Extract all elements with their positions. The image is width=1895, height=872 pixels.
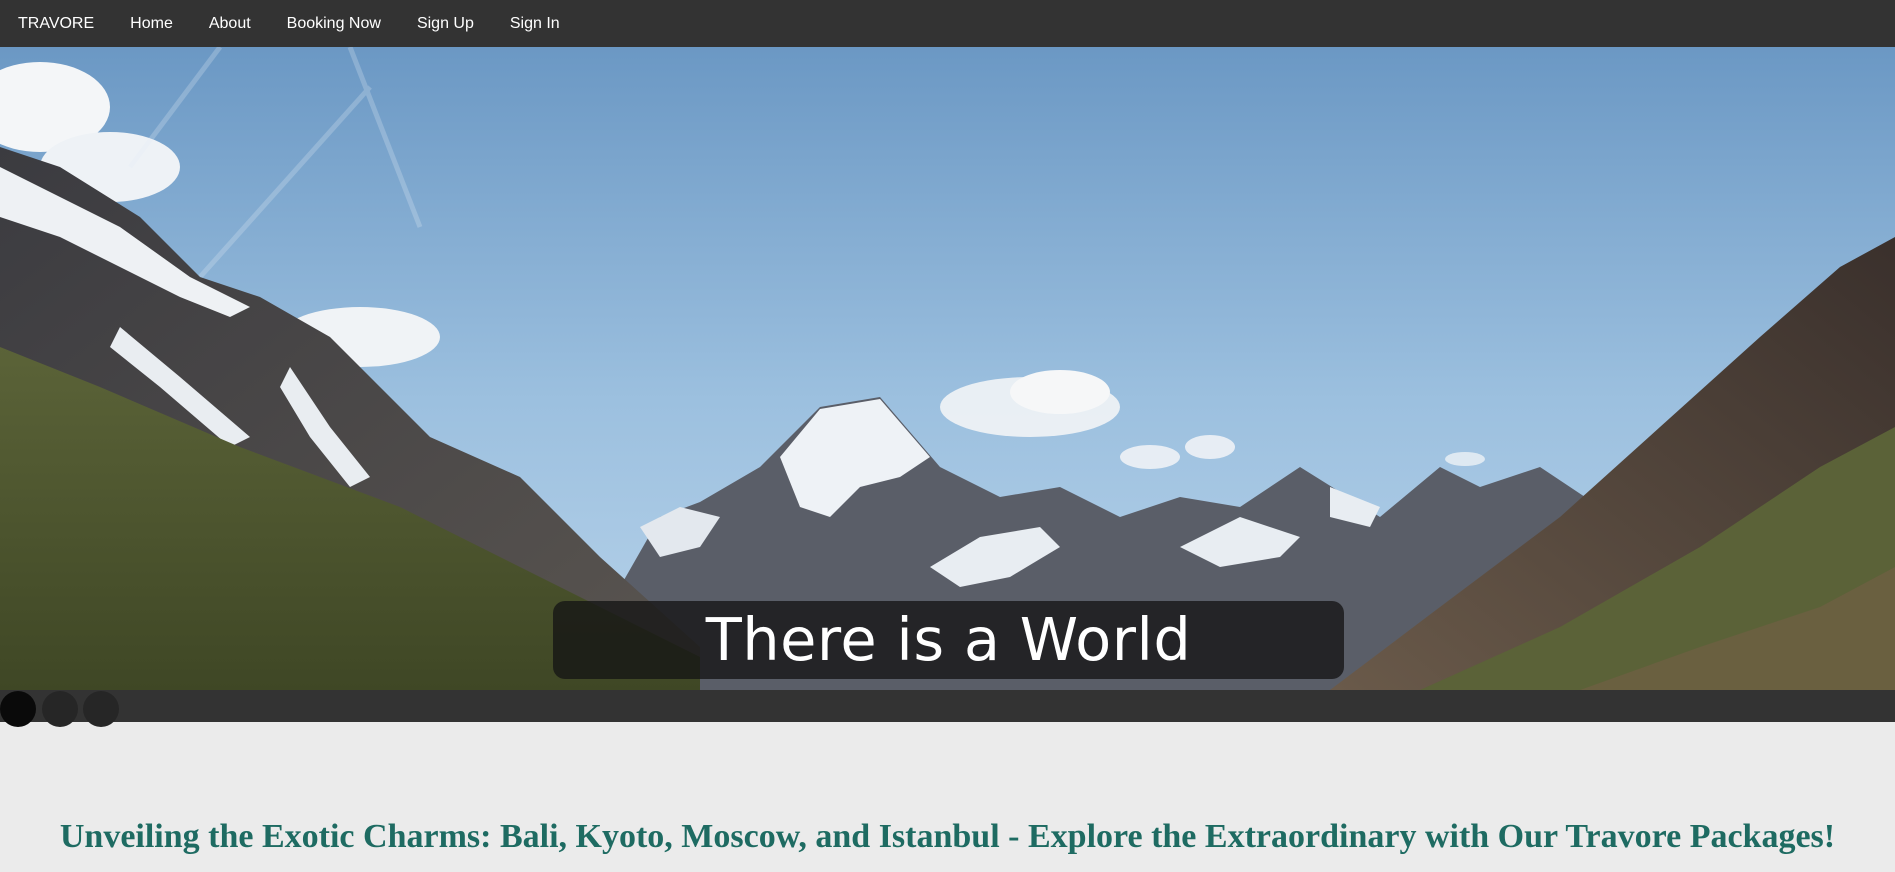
slide-dot-1[interactable] xyxy=(0,691,36,727)
nav-home-link[interactable]: Home xyxy=(112,0,191,47)
hero-caption: There is a World Elsewhere.. xyxy=(553,601,1344,690)
nav-signup-link[interactable]: Sign Up xyxy=(399,0,492,47)
top-navbar: TRAVORE Home About Booking Now Sign Up S… xyxy=(0,0,1895,47)
slide-dot-3[interactable] xyxy=(83,691,119,727)
slide-dot-2[interactable] xyxy=(42,691,78,727)
slide-indicator-bar xyxy=(0,690,1895,722)
brand-link[interactable]: TRAVORE xyxy=(0,0,112,47)
hero-mountain-image xyxy=(0,47,1895,690)
nav-booking-link[interactable]: Booking Now xyxy=(269,0,399,47)
hero-slideshow: There is a World Elsewhere.. xyxy=(0,47,1895,690)
nav-signin-link[interactable]: Sign In xyxy=(492,0,578,47)
nav-about-link[interactable]: About xyxy=(191,0,269,47)
packages-tagline: Unveiling the Exotic Charms: Bali, Kyoto… xyxy=(59,818,1836,856)
